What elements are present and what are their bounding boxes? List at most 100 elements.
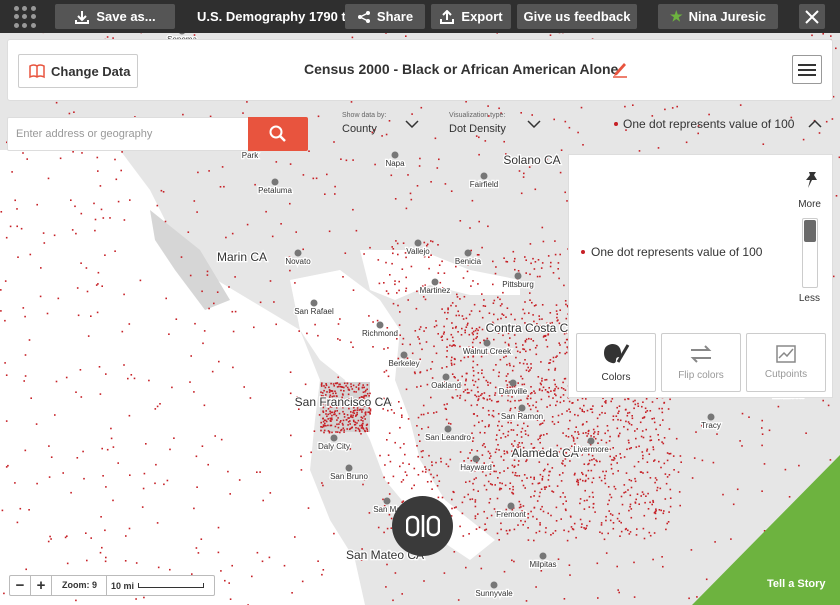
density-dot <box>554 388 556 390</box>
density-dot <box>430 254 432 256</box>
density-dot <box>549 265 552 268</box>
density-dot <box>574 431 576 433</box>
density-dot <box>320 421 322 424</box>
density-dot <box>121 151 123 153</box>
density-dot <box>562 394 565 396</box>
feedback-button[interactable]: Give us feedback <box>517 4 637 29</box>
density-dot <box>611 514 614 516</box>
density-dot <box>522 362 525 365</box>
density-dot <box>642 401 644 403</box>
density-dot <box>404 453 406 456</box>
density-dot <box>582 479 584 482</box>
density-dot <box>280 223 282 225</box>
visualization-type-select[interactable]: Visualization type: Dot Density <box>449 112 506 135</box>
density-dot <box>407 418 410 420</box>
share-button[interactable]: Share <box>345 4 425 29</box>
density-dot <box>554 383 556 386</box>
city-label: Sunnyvale <box>475 589 513 598</box>
density-dot <box>623 426 625 428</box>
density-dot <box>483 299 485 301</box>
density-dot <box>557 558 560 560</box>
density-dot <box>488 395 491 397</box>
density-dot <box>607 429 609 432</box>
density-dot <box>625 472 628 474</box>
density-dot <box>608 499 610 502</box>
density-dot <box>502 459 505 461</box>
density-dot <box>556 485 559 487</box>
search-button[interactable] <box>248 117 308 151</box>
density-dot <box>552 532 554 535</box>
density-dot <box>481 444 484 447</box>
density-dot <box>1 509 4 512</box>
density-dot <box>539 275 541 278</box>
cutpoints-button[interactable]: Cutpoints <box>746 333 826 392</box>
density-dot <box>463 295 466 298</box>
slider-handle[interactable] <box>804 220 816 242</box>
density-dot <box>9 225 12 228</box>
density-dot <box>610 496 613 499</box>
show-data-by-select[interactable]: Show data by: County <box>342 112 386 135</box>
density-dot <box>513 260 516 263</box>
density-dot <box>238 479 241 481</box>
density-dot <box>481 369 483 371</box>
density-dot <box>418 434 420 436</box>
density-dot <box>655 479 658 481</box>
density-dot <box>477 283 479 285</box>
chevron-down-icon[interactable] <box>527 119 541 129</box>
save-as-button[interactable]: Save as... <box>55 4 175 29</box>
density-dot <box>540 361 542 363</box>
flip-colors-button[interactable]: Flip colors <box>661 333 741 392</box>
chevron-up-icon[interactable] <box>808 119 822 129</box>
search-input[interactable]: Enter address or geography <box>7 117 249 151</box>
density-dot <box>634 501 637 504</box>
density-dot <box>468 533 470 535</box>
density-dot <box>493 338 495 341</box>
density-dot <box>619 419 622 422</box>
density-dot <box>623 491 625 494</box>
density-dot <box>597 597 599 599</box>
density-dot <box>483 392 486 394</box>
pin-icon[interactable] <box>804 171 820 189</box>
density-dot <box>155 463 157 466</box>
dot-size-slider[interactable] <box>802 218 818 288</box>
tell-a-story-button[interactable]: Tell a Story <box>692 455 840 605</box>
change-data-button[interactable]: Change Data <box>18 54 138 88</box>
density-dot <box>428 469 431 471</box>
density-dot <box>529 408 532 411</box>
share-label: Share <box>376 9 414 24</box>
menu-button[interactable] <box>792 55 822 84</box>
density-dot <box>473 424 476 427</box>
apps-grid-icon[interactable] <box>14 6 36 28</box>
density-dot <box>424 471 427 473</box>
edit-pencil-icon[interactable] <box>612 60 628 78</box>
density-dot <box>538 388 541 390</box>
density-dot <box>517 524 519 526</box>
zoom-out-button[interactable]: − <box>10 576 31 595</box>
density-dot <box>522 524 524 526</box>
zoom-in-button[interactable]: + <box>31 576 52 595</box>
density-dot <box>559 253 561 256</box>
density-dot <box>604 401 606 403</box>
density-dot <box>55 101 58 104</box>
density-dot <box>524 359 526 361</box>
density-dot <box>521 383 524 386</box>
density-dot <box>530 386 532 388</box>
density-dot <box>572 440 575 442</box>
density-dot <box>171 386 173 389</box>
density-dot <box>416 290 418 293</box>
chevron-down-icon[interactable] <box>405 119 419 129</box>
export-button[interactable]: Export <box>431 4 511 29</box>
density-dot <box>519 351 521 354</box>
colors-button[interactable]: Colors <box>576 333 656 392</box>
density-dot <box>90 537 92 539</box>
user-account-button[interactable]: ★ Nina Juresic <box>658 4 778 29</box>
density-dot <box>818 132 821 134</box>
swipe-compare-button[interactable] <box>392 496 453 556</box>
density-dot <box>628 533 631 535</box>
density-dot <box>548 387 550 389</box>
density-dot <box>477 372 480 374</box>
density-dot <box>273 301 275 303</box>
close-button[interactable] <box>799 4 825 29</box>
density-dot <box>474 515 477 517</box>
density-dot <box>564 120 567 123</box>
